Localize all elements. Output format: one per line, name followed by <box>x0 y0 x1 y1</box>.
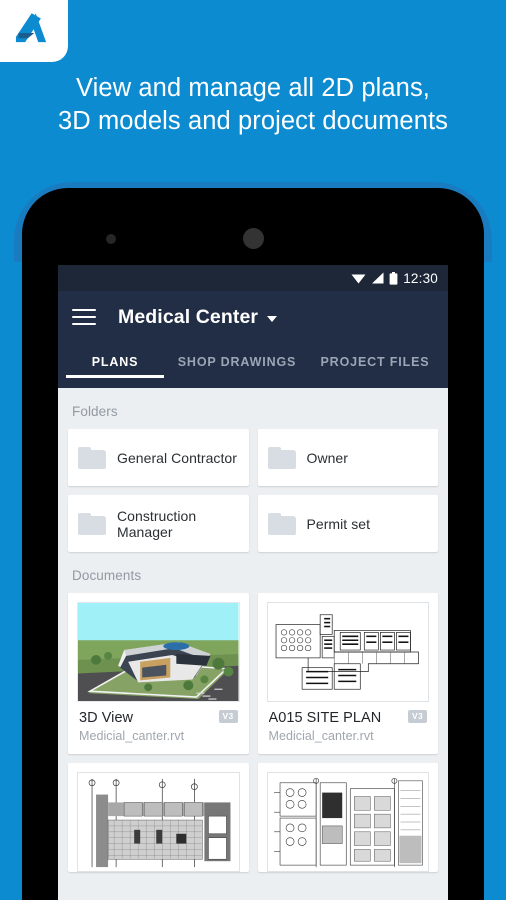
headline-line-2: 3D models and project documents <box>57 107 449 135</box>
cellular-signal-icon <box>371 272 384 284</box>
document-source: Medicial_canter.rvt <box>268 729 374 743</box>
documents-section-label: Documents <box>72 568 142 583</box>
document-thumbnail <box>77 772 240 872</box>
document-card[interactable] <box>257 763 438 872</box>
documents-row-2 <box>68 763 438 872</box>
tab-plans[interactable]: PLANS <box>58 343 172 378</box>
folders-row-2: Construction Manager Permit set <box>68 495 438 552</box>
document-source: Medicial_canter.rvt <box>79 729 185 743</box>
autodesk-a-logo-icon <box>12 8 54 50</box>
folder-card[interactable]: Owner <box>257 429 438 486</box>
folder-label: Owner <box>306 449 348 466</box>
folder-label: Construction Manager <box>117 507 197 540</box>
document-card[interactable]: A015 SITE PLAN Medicial_canter.rvt V3 <box>257 593 438 754</box>
documents-row-1: 3D View Medicial_canter.rvt V3 A015 SITE… <box>68 593 438 754</box>
document-title: A015 SITE PLAN <box>268 710 382 726</box>
document-thumbnail <box>266 602 429 702</box>
folder-card[interactable]: General Contractor <box>68 429 249 486</box>
document-thumbnail <box>77 602 240 702</box>
app-bar: Medical Center <box>58 291 448 343</box>
status-bar: 12:30 <box>58 265 448 291</box>
document-meta: 3D View Medicial_canter.rvt V3 <box>77 702 240 754</box>
document-thumbnail <box>266 772 429 872</box>
tab-bar: PLANS SHOP DRAWINGS PROJECT FILES <box>58 343 448 388</box>
folder-icon <box>267 446 296 469</box>
headline: View and manage all 2D plans, 3D models … <box>0 72 506 138</box>
folder-card[interactable]: Permit set <box>257 495 438 552</box>
folder-icon <box>78 446 106 469</box>
folders-row-1: General Contractor Owner <box>68 429 438 486</box>
version-badge: V3 <box>408 710 427 723</box>
chevron-down-icon[interactable] <box>267 316 278 322</box>
folder-card[interactable]: Construction Manager <box>68 495 249 552</box>
phone-screen: 12:30 Medical Center PLANS SHOP DRAWINGS… <box>58 265 448 900</box>
folder-icon <box>78 512 106 535</box>
earpiece-sensor-icon <box>243 228 264 249</box>
folder-label: General Contractor <box>117 449 237 466</box>
folder-label: Permit set <box>306 515 371 532</box>
folder-icon <box>267 512 296 535</box>
document-card[interactable] <box>68 763 249 872</box>
status-bar-clock: 12:30 <box>403 270 438 286</box>
project-title[interactable]: Medical Center <box>118 306 258 329</box>
autodesk-logo-badge <box>0 0 68 62</box>
folders-section-label: Folders <box>72 404 118 419</box>
content-area: Folders General Contractor Owner Constru… <box>58 388 448 900</box>
hamburger-menu-icon[interactable] <box>72 309 96 325</box>
tab-shop-drawings[interactable]: SHOP DRAWINGS <box>172 343 302 369</box>
document-title: 3D View <box>79 710 134 726</box>
tab-project-files[interactable]: PROJECT FILES <box>302 343 448 369</box>
battery-full-icon <box>389 271 398 285</box>
headline-line-1: View and manage all 2D plans, <box>76 74 430 102</box>
phone-mockup: 12:30 Medical Center PLANS SHOP DRAWINGS… <box>22 188 484 900</box>
wifi-icon <box>351 272 366 284</box>
version-badge: V3 <box>218 710 238 723</box>
document-meta: A015 SITE PLAN Medicial_canter.rvt V3 <box>267 702 430 754</box>
front-camera-icon <box>106 234 116 244</box>
document-card[interactable]: 3D View Medicial_canter.rvt V3 <box>68 593 249 754</box>
